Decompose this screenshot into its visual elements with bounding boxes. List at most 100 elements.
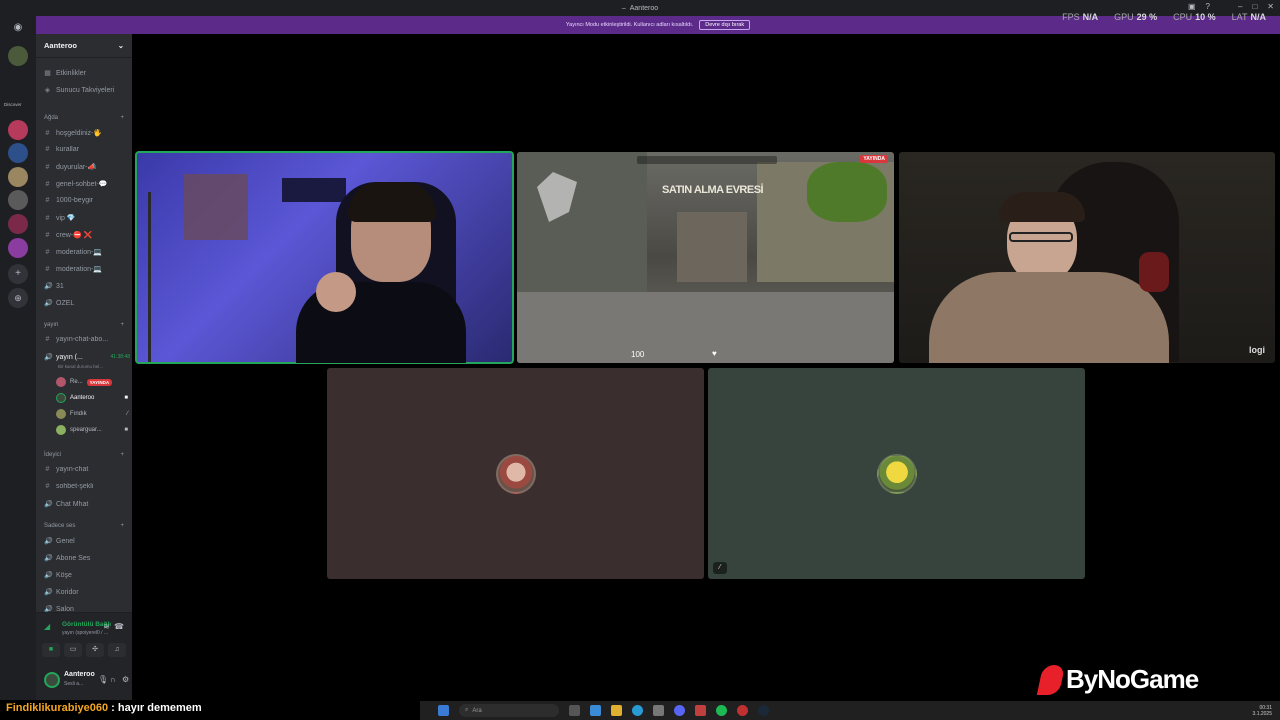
search-icon: ⌕ [465, 707, 469, 713]
app-icon[interactable] [653, 705, 664, 716]
screen-share-tile[interactable]: SATIN ALMA EVRESİ 100 ♥ YAYINDA [517, 152, 894, 363]
channel-item[interactable]: # sohbet-şekli [44, 483, 130, 490]
server-icon[interactable] [8, 120, 28, 140]
camera-icon: ■ [124, 395, 128, 401]
voice-channel-item[interactable]: 🔊 ÖZEL [44, 299, 130, 308]
windows-start-icon[interactable] [438, 705, 449, 716]
browser-icon[interactable] [632, 705, 643, 716]
voice-user[interactable]: Fındık ⁄ [56, 409, 128, 419]
hash-icon: # [45, 163, 50, 171]
server-icon[interactable] [8, 46, 28, 66]
mic-icon[interactable]: 🎙 [98, 675, 108, 684]
camera-brand: logi [1249, 345, 1265, 355]
voice-channel-item[interactable]: 🔊 Abone Ses [44, 554, 130, 563]
avatar [495, 453, 536, 494]
channel-item[interactable]: #1000-beygir [44, 197, 130, 204]
calendar-icon: ▦ [44, 70, 51, 77]
maximize-icon[interactable]: □ [1252, 2, 1257, 11]
category-header[interactable]: yayın + [44, 322, 124, 328]
channel-item[interactable]: # moderation-💻 [44, 265, 130, 274]
app-icon[interactable] [695, 705, 706, 716]
server-icon[interactable] [8, 214, 28, 234]
gear-icon[interactable]: ⚙ [122, 675, 129, 684]
voice-channel-item[interactable]: 🔊 Genel [44, 537, 130, 546]
voice-tile[interactable] [327, 368, 704, 579]
discover-label: Discover [4, 102, 22, 107]
channel-item[interactable]: # moderation-💻 [44, 248, 130, 257]
plus-icon[interactable]: + [120, 322, 124, 328]
taskbar-search[interactable]: ⌕ Ara [459, 704, 559, 717]
channel-item[interactable]: # hoşgeldiniz-🖐 [44, 129, 130, 138]
active-voice-channel[interactable]: 🔊 yayın (... 41:38:48 [44, 353, 130, 362]
wall-poster [184, 174, 248, 240]
voice-user[interactable]: Re... YAYINDA [56, 377, 128, 387]
plus-icon[interactable]: + [120, 452, 124, 458]
server-header[interactable]: Aanteroo ⌄ [36, 34, 132, 58]
inbox-icon[interactable]: ▣ [1188, 2, 1196, 11]
voice-tile[interactable]: ⁄ [708, 368, 1085, 579]
cpu-stat: CPU 10 % [1173, 12, 1216, 22]
channel-item[interactable]: # kurallar [44, 146, 130, 153]
voice-channel-item[interactable]: 🔊 Koridor [44, 588, 130, 597]
discord-icon[interactable] [674, 705, 685, 716]
voice-status-subtitle: yayın (spoiyerel0 / ... [62, 630, 109, 636]
soundboard-button[interactable]: ♫ [108, 643, 126, 657]
video-tile-webcam[interactable] [135, 151, 514, 364]
voice-channel-item[interactable]: 🔊 Köşe [44, 571, 130, 580]
server-icon[interactable] [8, 167, 28, 187]
channel-item[interactable]: # vip 💎 [44, 214, 130, 223]
add-server-icon[interactable]: + [8, 264, 28, 284]
window-title: – Aanteroo [621, 4, 659, 12]
plus-icon[interactable]: + [120, 523, 124, 529]
category-header[interactable]: İdeyici + [44, 452, 124, 458]
channel-item[interactable]: # genel-sohbet-💬 [44, 180, 130, 189]
explore-icon[interactable]: ⊕ [8, 288, 28, 308]
voice-channel-item[interactable]: 🔊 Chat Mhat [44, 500, 130, 509]
channel-item[interactable]: # yayın-chat [44, 466, 130, 473]
avatar [56, 409, 66, 419]
disconnect-icon[interactable]: ☎ [114, 622, 124, 631]
hash-icon: # [45, 248, 50, 256]
hash-icon: # [45, 180, 50, 188]
server-icon[interactable] [8, 238, 28, 258]
task-view-icon[interactable] [569, 705, 580, 716]
events-item[interactable]: ▦ Etkinlikler [44, 69, 130, 78]
voice-channel-item[interactable]: 🔊 31 [44, 282, 130, 291]
voice-user[interactable]: spearguar... ■ [56, 425, 128, 435]
activities-button[interactable]: ✣ [86, 643, 104, 657]
video-tile-webcam[interactable]: logi [899, 152, 1275, 363]
screen-share-button[interactable]: ▭ [64, 643, 82, 657]
plus-icon[interactable]: + [120, 115, 124, 121]
camera-toggle-button[interactable]: ■ [42, 643, 60, 657]
server-icon[interactable] [8, 190, 28, 210]
chair-accent [1139, 252, 1169, 292]
noise-suppression-icon[interactable]: ≋ [103, 622, 110, 631]
avatar[interactable] [44, 672, 60, 688]
server-boosts-item[interactable]: ◈ Sunucu Takviyeleri [44, 86, 130, 95]
folder-icon[interactable] [611, 705, 622, 716]
channel-item[interactable]: # duyurular-📣 [44, 163, 130, 172]
category-header[interactable]: Ağda + [44, 115, 124, 121]
app-icon[interactable] [737, 705, 748, 716]
channel-item[interactable]: # yayın-chat-abo... [44, 336, 130, 343]
taskbar-clock: 00:31 3.1.2025 [1252, 704, 1272, 717]
category-header[interactable]: Sadece ses + [44, 523, 124, 529]
help-icon[interactable]: ? [1206, 2, 1210, 11]
steam-icon[interactable] [758, 705, 769, 716]
game-health: 100 [631, 350, 645, 359]
headset-icon[interactable]: ∩ [110, 675, 116, 684]
chevron-down-icon: ⌄ [117, 41, 124, 50]
discord-home-icon[interactable]: ◉ [9, 22, 27, 36]
disable-streamer-mode-button[interactable]: Devre dışı bırak [699, 20, 751, 30]
person-hand [316, 272, 356, 312]
app-icon[interactable] [590, 705, 601, 716]
minimize-icon[interactable]: – [1238, 2, 1242, 11]
spotify-icon[interactable] [716, 705, 727, 716]
channel-item[interactable]: # crew-⛔ ❌ [44, 231, 130, 240]
close-icon[interactable]: ✕ [1267, 2, 1274, 11]
hash-icon: # [45, 231, 50, 239]
voice-user[interactable]: Aanteroo ■ [56, 393, 128, 403]
brand-mark-icon [1036, 664, 1066, 695]
server-icon[interactable] [8, 143, 28, 163]
gpu-stat: GPU 29 % [1114, 12, 1158, 22]
